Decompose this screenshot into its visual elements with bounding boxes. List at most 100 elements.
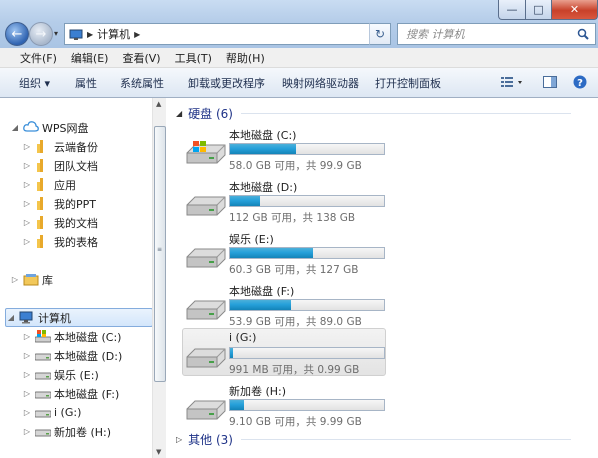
tree-drive[interactable]: ▷ 本地磁盘 (F:) <box>22 384 119 403</box>
refresh-button[interactable]: ↻ <box>369 23 391 45</box>
expand-arrow-icon[interactable]: ▷ <box>22 389 32 398</box>
tree-label: i (G:) <box>54 406 82 419</box>
drive-icon <box>34 425 52 439</box>
expand-arrow-icon[interactable]: ▷ <box>22 180 32 189</box>
collapse-arrow-icon[interactable]: ◢ <box>176 109 182 118</box>
folder-icon <box>35 177 51 192</box>
tree-wps-item[interactable]: ▷ 应用 <box>22 175 76 194</box>
minimize-button[interactable]: — <box>498 0 526 20</box>
address-bar[interactable]: ▶ 计算机 ▶ ▼ <box>64 23 390 45</box>
navigation-pane: ◢ WPS网盘 ▷ 云端备份 ▷ 团队文档 ▷ 应用 ▷ 我的PPT ▷ 我的文… <box>0 98 166 458</box>
expand-arrow-icon[interactable]: ▷ <box>10 275 20 284</box>
search-icon[interactable] <box>577 28 589 43</box>
drive-icon <box>34 387 52 401</box>
help-icon[interactable]: ? <box>573 75 587 92</box>
menu-view[interactable]: 查看(V) <box>116 50 166 66</box>
uninstall-program-button[interactable]: 卸载或更改程序 <box>188 75 265 91</box>
tree-libraries[interactable]: ▷ 库 <box>10 270 53 289</box>
expand-arrow-icon[interactable]: ▷ <box>22 218 32 227</box>
expand-arrow-icon[interactable]: ▷ <box>22 237 32 246</box>
map-network-drive-button[interactable]: 映射网络驱动器 <box>282 75 359 91</box>
drive-tile[interactable]: 娱乐 (E:) 60.3 GB 可用，共 127 GB <box>182 228 386 276</box>
tree-label: 本地磁盘 (D:) <box>54 349 123 363</box>
search-box[interactable]: 搜索 计算机 <box>397 23 596 45</box>
expand-arrow-icon[interactable]: ▷ <box>22 427 32 436</box>
close-button[interactable]: ✕ <box>552 0 598 20</box>
tree-wps-item[interactable]: ▷ 我的表格 <box>22 232 98 251</box>
breadcrumb-computer[interactable]: 计算机 <box>97 26 130 42</box>
maximize-button[interactable]: □ <box>526 0 552 20</box>
expand-arrow-icon[interactable]: ▷ <box>176 435 182 444</box>
tree-drive[interactable]: ▷ 本地磁盘 (D:) <box>22 346 122 365</box>
forward-button[interactable]: → <box>29 22 53 46</box>
menu-tools[interactable]: 工具(T) <box>169 50 218 66</box>
expand-arrow-icon[interactable]: ▷ <box>22 408 32 417</box>
drive-usage-bar <box>229 195 385 207</box>
expand-arrow-icon[interactable]: ◢ <box>6 313 16 322</box>
properties-button[interactable]: 属性 <box>75 75 97 91</box>
drive-usage-fill <box>230 300 291 310</box>
menu-edit[interactable]: 编辑(E) <box>65 50 115 66</box>
nav-scrollbar[interactable]: ▲ ≡ ▼ <box>152 98 166 458</box>
recent-pages-dropdown[interactable]: ▾ <box>54 29 58 38</box>
window-titlebar: — □ ✕ ← → ▾ ▶ 计算机 ▶ ▼ ↻ 搜索 计算机 <box>0 0 598 48</box>
menu-file[interactable]: 文件(F) <box>14 50 63 66</box>
preview-pane-icon[interactable] <box>543 76 557 91</box>
menu-help[interactable]: 帮助(H) <box>220 50 271 66</box>
drive-usage-fill <box>230 348 233 358</box>
drive-usage-fill <box>230 196 260 206</box>
drive-tile[interactable]: i (G:) 991 MB 可用，共 0.99 GB <box>182 328 386 376</box>
system-drive-icon <box>34 329 52 344</box>
drive-tile[interactable]: 新加卷 (H:) 9.10 GB 可用，共 9.99 GB <box>182 380 386 428</box>
breadcrumb-separator[interactable]: ▶ <box>87 30 93 39</box>
drive-name: 本地磁盘 (F:) <box>229 285 295 298</box>
drive-tile[interactable]: 本地磁盘 (F:) 53.9 GB 可用，共 89.0 GB <box>182 280 386 328</box>
expand-arrow-icon[interactable]: ▷ <box>22 351 32 360</box>
drive-icon <box>34 406 52 420</box>
tree-wps-item[interactable]: ▷ 团队文档 <box>22 156 98 175</box>
cloud-icon <box>23 120 39 135</box>
scroll-up-icon[interactable]: ▲ <box>156 100 161 108</box>
tree-drive[interactable]: ▷ i (G:) <box>22 403 81 422</box>
folder-icon <box>35 196 51 211</box>
expand-arrow-icon[interactable]: ▷ <box>22 142 32 151</box>
system-properties-button[interactable]: 系统属性 <box>120 75 164 91</box>
scroll-down-icon[interactable]: ▼ <box>156 448 161 456</box>
expand-arrow-icon[interactable]: ▷ <box>22 370 32 379</box>
tree-wps-item[interactable]: ▷ 我的PPT <box>22 194 96 213</box>
drive-icon <box>34 368 52 382</box>
expand-arrow-icon[interactable]: ▷ <box>22 161 32 170</box>
organize-button[interactable]: 组织 ▾ <box>19 75 50 91</box>
drive-space-info: 9.10 GB 可用，共 9.99 GB <box>229 416 362 428</box>
expand-arrow-icon[interactable]: ◢ <box>10 123 20 132</box>
menu-bar: 文件(F) 编辑(E) 查看(V) 工具(T) 帮助(H) <box>0 48 598 68</box>
drive-icon <box>185 343 227 371</box>
drive-tile[interactable]: 本地磁盘 (C:) 58.0 GB 可用，共 99.9 GB <box>182 124 386 172</box>
group-header-hard-disks[interactable]: ◢ 硬盘 (6) <box>176 104 586 122</box>
tree-label: 新加卷 (H:) <box>54 425 112 439</box>
expand-arrow-icon[interactable]: ▷ <box>22 332 32 341</box>
group-header-other[interactable]: ▷ 其他 (3) <box>176 430 586 448</box>
tree-label: 库 <box>42 273 53 287</box>
tree-label: 计算机 <box>38 311 71 325</box>
breadcrumb-separator[interactable]: ▶ <box>134 30 140 39</box>
drive-usage-bar <box>229 247 385 259</box>
tree-drive[interactable]: ▷ 娱乐 (E:) <box>22 365 99 384</box>
tree-wps-item[interactable]: ▷ 云端备份 <box>22 137 98 156</box>
tree-computer[interactable]: ◢ 计算机 <box>5 308 153 327</box>
view-options-icon[interactable] <box>500 76 524 91</box>
grip-icon: ≡ <box>157 246 163 253</box>
drive-icon <box>34 349 52 363</box>
content-pane: ◢ 硬盘 (6) 本地磁盘 (C:) 58.0 GB 可用，共 99.9 GB 本地… <box>166 98 598 458</box>
back-button[interactable]: ← <box>5 22 29 46</box>
expand-arrow-icon[interactable]: ▷ <box>22 199 32 208</box>
tree-wps-cloud[interactable]: ◢ WPS网盘 <box>10 118 89 137</box>
tree-wps-item[interactable]: ▷ 我的文档 <box>22 213 98 232</box>
tree-drive[interactable]: ▷ 新加卷 (H:) <box>22 422 111 441</box>
tree-drive[interactable]: ▷ 本地磁盘 (C:) <box>22 327 121 346</box>
drive-tile[interactable]: 本地磁盘 (D:) 112 GB 可用，共 138 GB <box>182 176 386 224</box>
scrollbar-thumb[interactable] <box>154 126 166 382</box>
forward-arrow-icon: → <box>35 26 47 42</box>
tree-label: 娱乐 (E:) <box>54 368 99 382</box>
open-control-panel-button[interactable]: 打开控制面板 <box>375 75 441 91</box>
